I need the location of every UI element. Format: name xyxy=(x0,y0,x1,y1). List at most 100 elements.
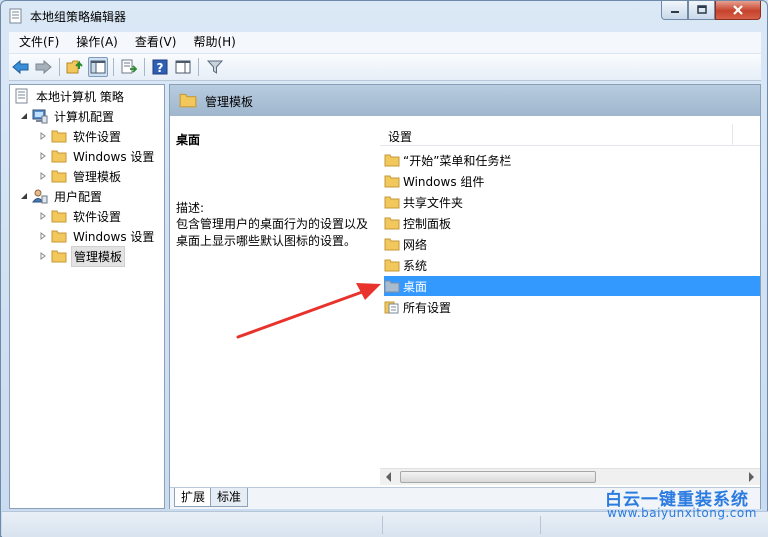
description-label: 描述: xyxy=(176,201,205,215)
close-button[interactable] xyxy=(715,1,761,20)
expanded-triangle-icon[interactable] xyxy=(19,191,29,201)
list-item-system[interactable]: 系统 xyxy=(384,255,760,275)
list-item-network[interactable]: 网络 xyxy=(384,234,760,254)
column-divider[interactable] xyxy=(732,124,733,146)
folder-icon xyxy=(384,154,400,167)
tree-item-user-configuration[interactable]: 用户配置 xyxy=(19,186,104,206)
list-item-label: 桌面 xyxy=(403,279,428,294)
list-item-windows-components[interactable]: Windows 组件 xyxy=(384,171,760,191)
status-divider xyxy=(540,516,541,534)
expanded-triangle-icon[interactable] xyxy=(19,111,29,121)
tree-label: Windows 设置 xyxy=(73,149,155,164)
tab-extended[interactable]: 扩展 xyxy=(174,488,213,507)
menu-view[interactable]: 查看(V) xyxy=(125,32,184,53)
tree-item-administrative-templates[interactable]: 管理模板 xyxy=(38,166,123,186)
show-action-pane-button[interactable] xyxy=(173,57,193,77)
details-header: 管理模板 xyxy=(170,85,760,116)
forward-button[interactable] xyxy=(33,57,53,77)
description-text: 包含管理用户的桌面行为的设置以及桌面上显示哪些默认图标的设置。 xyxy=(176,217,369,248)
forward-arrow-icon xyxy=(35,59,52,75)
export-list-button[interactable] xyxy=(119,57,139,77)
folder-icon xyxy=(384,196,400,209)
tree-label: 用户配置 xyxy=(54,189,103,204)
menu-action[interactable]: 操作(A) xyxy=(66,32,125,53)
list-item-control-panel[interactable]: 控制面板 xyxy=(384,213,760,233)
back-button[interactable] xyxy=(11,57,31,77)
title-bar[interactable]: 本地组策略编辑器 xyxy=(1,1,767,31)
tree-item-computer-configuration[interactable]: 计算机配置 xyxy=(19,106,116,126)
tree-item-administrative-templates-selected[interactable]: 管理模板 xyxy=(38,245,126,267)
window-controls xyxy=(661,1,761,21)
settings-list[interactable]: 设置 “开始”菜单和任务栏 Windows 组件 共享文件夹 控制面板 网络 系… xyxy=(380,116,760,486)
collapsed-triangle-icon[interactable] xyxy=(38,251,48,261)
close-icon xyxy=(733,5,743,15)
scroll-left-arrow-icon[interactable] xyxy=(386,472,391,482)
collapsed-triangle-icon[interactable] xyxy=(38,151,48,161)
menu-file[interactable]: 文件(F) xyxy=(9,32,66,53)
policy-editor-app-icon xyxy=(9,8,22,24)
folder-icon xyxy=(384,217,400,230)
folder-icon xyxy=(51,250,67,263)
folder-icon xyxy=(51,150,67,163)
policy-document-icon xyxy=(15,88,28,104)
folder-icon xyxy=(384,259,400,272)
window-title: 本地组策略编辑器 xyxy=(30,10,127,24)
back-arrow-icon xyxy=(12,59,29,75)
export-list-icon xyxy=(121,59,138,74)
collapsed-triangle-icon[interactable] xyxy=(38,131,48,141)
list-item-label: “开始”菜单和任务栏 xyxy=(403,153,512,168)
scrollbar-thumb[interactable] xyxy=(400,471,596,483)
collapsed-triangle-icon[interactable] xyxy=(38,211,48,221)
menu-bar: 文件(F) 操作(A) 查看(V) 帮助(H) xyxy=(9,32,761,53)
tree-label: 本地计算机 策略 xyxy=(36,89,124,104)
collapsed-triangle-icon[interactable] xyxy=(38,231,48,241)
maximize-button[interactable] xyxy=(688,1,715,20)
tree-item-software-settings[interactable]: 软件设置 xyxy=(38,126,123,146)
details-pane: 管理模板 桌面 描述: 包含管理用户的桌面行为的设置以及桌面上显示哪些默认图标的… xyxy=(169,84,761,509)
toolbar-separator xyxy=(144,58,145,76)
tree-label: 管理模板 xyxy=(73,169,122,184)
list-item-shared-folders[interactable]: 共享文件夹 xyxy=(384,192,760,212)
description-panel: 桌面 描述: 包含管理用户的桌面行为的设置以及桌面上显示哪些默认图标的设置。 xyxy=(170,116,378,486)
action-pane-icon xyxy=(175,60,191,74)
list-item-all-settings[interactable]: 所有设置 xyxy=(384,297,760,317)
horizontal-scrollbar[interactable] xyxy=(380,468,760,485)
folder-icon xyxy=(51,210,67,223)
folder-selected-icon xyxy=(384,280,400,293)
maximize-icon xyxy=(696,5,707,14)
filter-button[interactable] xyxy=(205,57,225,77)
list-column-header[interactable]: 设置 xyxy=(380,124,760,146)
show-hide-console-tree-button[interactable] xyxy=(88,57,108,77)
tree-item-windows-settings[interactable]: Windows 设置 xyxy=(38,226,156,246)
folder-icon xyxy=(384,238,400,251)
details-header-title: 管理模板 xyxy=(205,95,254,109)
users-icon xyxy=(32,189,48,204)
folder-up-icon xyxy=(66,60,83,74)
help-button[interactable]: ? xyxy=(150,57,170,77)
list-item-label: Windows 组件 xyxy=(403,174,485,189)
tree-label: 计算机配置 xyxy=(54,109,115,124)
tree-label: 软件设置 xyxy=(73,129,122,144)
list-item-desktop-selected[interactable]: 桌面 xyxy=(384,276,760,296)
up-one-level-button[interactable] xyxy=(65,57,85,77)
toolbar-separator xyxy=(198,58,199,76)
tree-item-software-settings[interactable]: 软件设置 xyxy=(38,206,123,226)
folder-icon xyxy=(51,130,67,143)
tab-standard[interactable]: 标准 xyxy=(210,488,249,507)
description-title: 桌面 xyxy=(176,133,201,147)
tree-item-windows-settings[interactable]: Windows 设置 xyxy=(38,146,156,166)
list-item-start-menu-taskbar[interactable]: “开始”菜单和任务栏 xyxy=(384,150,760,170)
toolbar: ? xyxy=(9,54,761,81)
column-header-setting[interactable]: 设置 xyxy=(388,128,412,145)
console-tree[interactable]: 本地计算机 策略 计算机配置 软件设置 Windows 设置 管理模板 用户配置 xyxy=(9,84,165,509)
help-icon: ? xyxy=(152,59,168,75)
gpedit-window: 本地组策略编辑器 文件(F) 操作(A) 查看(V) 帮助(H) ? 本地计算机… xyxy=(0,0,768,537)
minimize-button[interactable] xyxy=(661,1,688,20)
tree-item-local-computer-policy[interactable]: 本地计算机 策略 xyxy=(14,86,126,106)
list-item-label: 所有设置 xyxy=(403,300,452,315)
scroll-right-arrow-icon[interactable] xyxy=(749,472,754,482)
all-settings-icon xyxy=(384,301,399,314)
folder-icon xyxy=(51,230,67,243)
collapsed-triangle-icon[interactable] xyxy=(38,171,48,181)
menu-help[interactable]: 帮助(H) xyxy=(183,32,242,53)
